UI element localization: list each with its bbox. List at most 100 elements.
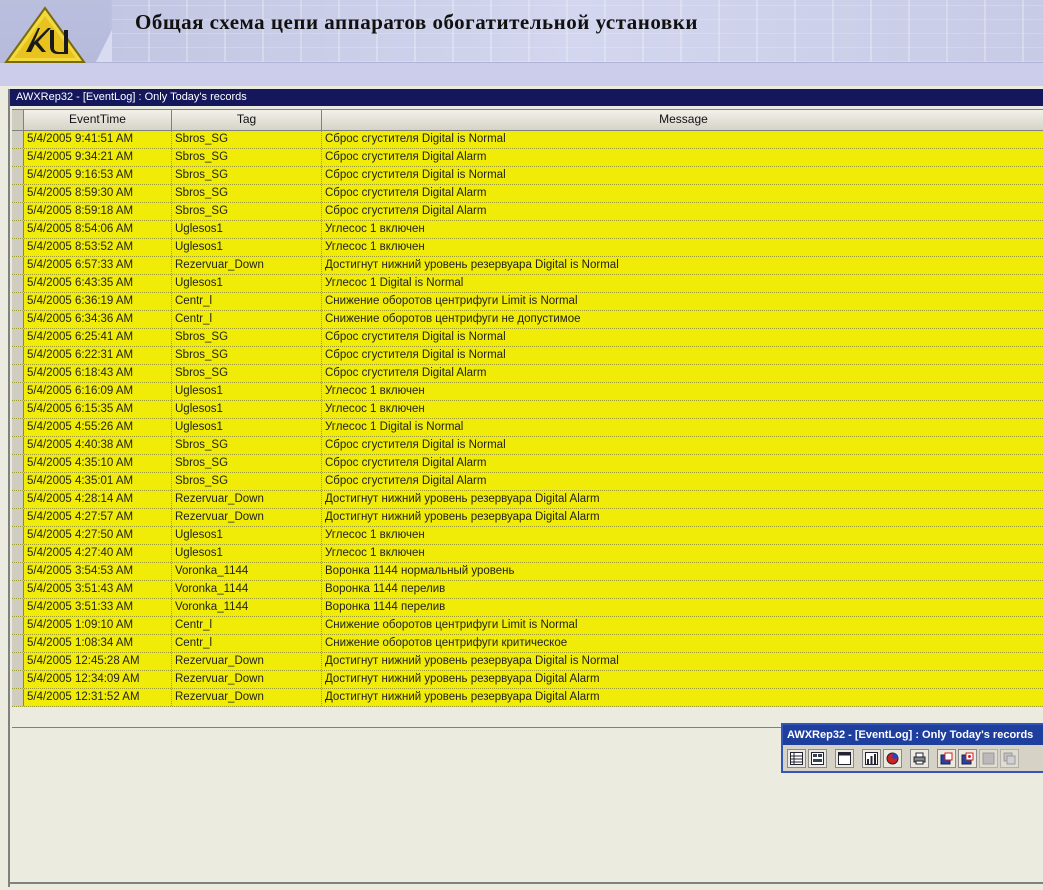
event-log-grid[interactable]: EventTime Tag Message 5/4/2005 9:41:51 A… — [12, 109, 1043, 728]
cell-message: Углесос 1 включен — [325, 547, 425, 559]
row-selector[interactable] — [12, 437, 24, 454]
cell-eventtime: 5/4/2005 9:16:53 AM — [24, 167, 172, 184]
row-selector[interactable] — [12, 239, 24, 256]
row-selector[interactable] — [12, 635, 24, 652]
row-selector[interactable] — [12, 473, 24, 490]
row-selector[interactable] — [12, 599, 24, 616]
row-selector[interactable] — [12, 527, 24, 544]
row-selector[interactable] — [12, 509, 24, 526]
table-row[interactable]: 5/4/2005 8:54:06 AM Uglesos1 Углесос 1 вкл… — [12, 221, 1043, 239]
table-row[interactable]: 5/4/2005 8:59:18 AM Sbros_SG Сброс сгустит… — [12, 203, 1043, 221]
row-selector[interactable] — [12, 257, 24, 274]
row-selector[interactable] — [12, 167, 24, 184]
cell-eventtime: 5/4/2005 4:35:01 AM — [24, 473, 172, 490]
row-selector[interactable] — [12, 311, 24, 328]
table-row[interactable]: 5/4/2005 3:51:33 AM Voronka_1144 Воронка 1… — [12, 599, 1043, 617]
table-row[interactable]: 5/4/2005 6:16:09 AM Uglesos1 Углесос 1 вкл… — [12, 383, 1043, 401]
row-selector[interactable] — [12, 545, 24, 562]
table-row[interactable]: 5/4/2005 12:45:28 AM Rezervuar_Down Достиг… — [12, 653, 1043, 671]
column-header-tag[interactable]: Tag — [172, 110, 322, 130]
table-row[interactable]: 5/4/2005 8:59:30 AM Sbros_SG Сброс сгустит… — [12, 185, 1043, 203]
refresh-button[interactable] — [979, 748, 998, 768]
row-selector[interactable] — [12, 329, 24, 346]
table-row[interactable]: 5/4/2005 4:55:26 AM Uglesos1 Углесос 1 Dig… — [12, 419, 1043, 437]
copy-button[interactable] — [1000, 748, 1019, 768]
row-selector[interactable] — [12, 455, 24, 472]
cell-tag: Sbros_SG — [172, 185, 322, 202]
table-row[interactable]: 5/4/2005 9:34:21 AM Sbros_SG Сброс сгустит… — [12, 149, 1043, 167]
row-selector[interactable] — [12, 581, 24, 598]
cell-message: Сброс сгустителя Digital is Normal — [325, 439, 506, 451]
print-button[interactable] — [910, 748, 929, 768]
table-row[interactable]: 5/4/2005 6:36:19 AM Centr_l Снижение оборо… — [12, 293, 1043, 311]
cell-eventtime: 5/4/2005 12:31:52 AM — [24, 689, 172, 706]
table-row[interactable]: 5/4/2005 6:43:35 AM Uglesos1 Углесос 1 Dig… — [12, 275, 1043, 293]
export-button[interactable] — [937, 748, 956, 768]
mini-report-toolbar-window[interactable]: AWXRep32 - [EventLog] : Only Today's rec… — [781, 723, 1043, 773]
header-selector-cell[interactable] — [12, 110, 24, 130]
row-selector[interactable] — [12, 491, 24, 508]
cell-message: Углесос 1 включен — [325, 403, 425, 415]
print-icon — [913, 752, 926, 764]
table-row[interactable]: 5/4/2005 3:54:53 AM Voronka_1144 Воронка 1… — [12, 563, 1043, 581]
table-row[interactable]: 5/4/2005 4:27:50 AM Uglesos1 Углесос 1 вкл… — [12, 527, 1043, 545]
mini-window-title[interactable]: AWXRep32 - [EventLog] : Only Today's rec… — [783, 725, 1043, 745]
column-header-eventtime[interactable]: EventTime — [24, 110, 172, 130]
row-selector[interactable] — [12, 689, 24, 706]
pie-chart-button[interactable] — [883, 748, 902, 768]
table-row[interactable]: 5/4/2005 12:34:09 AM Rezervuar_Down Достиг… — [12, 671, 1043, 689]
row-selector[interactable] — [12, 347, 24, 364]
table-row[interactable]: 5/4/2005 9:16:53 AM Sbros_SG Сброс сгустит… — [12, 167, 1043, 185]
table-row[interactable]: 5/4/2005 6:57:33 AM Rezervuar_Down Достигн… — [12, 257, 1043, 275]
row-selector[interactable] — [12, 383, 24, 400]
row-selector[interactable] — [12, 149, 24, 166]
table-row[interactable]: 5/4/2005 6:18:43 AM Sbros_SG Сброс сгустит… — [12, 365, 1043, 383]
table-row[interactable]: 5/4/2005 4:40:38 AM Sbros_SG Сброс сгустит… — [12, 437, 1043, 455]
table-row[interactable]: 5/4/2005 12:31:52 AM Rezervuar_Down Достиг… — [12, 689, 1043, 707]
table-row[interactable]: 5/4/2005 8:53:52 AM Uglesos1 Углесос 1 вкл… — [12, 239, 1043, 257]
table-row[interactable]: 5/4/2005 4:35:10 AM Sbros_SG Сброс сгустит… — [12, 455, 1043, 473]
table-row[interactable]: 5/4/2005 4:27:40 AM Uglesos1 Углесос 1 вкл… — [12, 545, 1043, 563]
row-selector[interactable] — [12, 221, 24, 238]
table-row[interactable]: 5/4/2005 4:35:01 AM Sbros_SG Сброс сгустит… — [12, 473, 1043, 491]
cell-tag: Voronka_1144 — [172, 581, 322, 598]
window-button[interactable] — [835, 748, 854, 768]
row-selector[interactable] — [12, 293, 24, 310]
cell-message: Сброс сгустителя Digital Alarm — [325, 187, 487, 199]
cell-message: Углесос 1 Digital is Normal — [325, 421, 464, 433]
row-selector[interactable] — [12, 275, 24, 292]
cell-eventtime: 5/4/2005 6:18:43 AM — [24, 365, 172, 382]
table-row[interactable]: 5/4/2005 6:34:36 AM Centr_l Снижение оборо… — [12, 311, 1043, 329]
row-selector[interactable] — [12, 401, 24, 418]
table-row[interactable]: 5/4/2005 3:51:43 AM Voronka_1144 Воронка 1… — [12, 581, 1043, 599]
cell-message: Снижение оборотов центрифуги не допустим… — [325, 313, 581, 325]
row-selector[interactable] — [12, 131, 24, 148]
import-button[interactable] — [958, 748, 977, 768]
column-header-message[interactable]: Message — [322, 110, 1043, 130]
row-selector[interactable] — [12, 671, 24, 688]
table-row[interactable]: 5/4/2005 9:41:51 AM Sbros_SG Сброс сгустит… — [12, 131, 1043, 149]
row-selector[interactable] — [12, 419, 24, 436]
cell-eventtime: 5/4/2005 6:34:36 AM — [24, 311, 172, 328]
cell-tag: Uglesos1 — [172, 545, 322, 562]
table-row[interactable]: 5/4/2005 6:22:31 AM Sbros_SG Сброс сгустит… — [12, 347, 1043, 365]
window-title-bar[interactable]: AWXRep32 - [EventLog] : Only Today's rec… — [10, 89, 1043, 106]
table-row[interactable]: 5/4/2005 6:15:35 AM Uglesos1 Углесос 1 вкл… — [12, 401, 1043, 419]
cell-tag: Sbros_SG — [172, 473, 322, 490]
row-selector[interactable] — [12, 365, 24, 382]
cell-eventtime: 5/4/2005 4:27:50 AM — [24, 527, 172, 544]
bar-chart-button[interactable] — [862, 748, 881, 768]
form-view-button[interactable] — [808, 748, 827, 768]
table-row[interactable]: 5/4/2005 4:27:57 AM Rezervuar_Down Достигн… — [12, 509, 1043, 527]
row-selector[interactable] — [12, 203, 24, 220]
table-row[interactable]: 5/4/2005 1:09:10 AM Centr_l Снижение оборо… — [12, 617, 1043, 635]
row-selector[interactable] — [12, 653, 24, 670]
table-view-button[interactable] — [787, 748, 806, 768]
cell-tag: Uglesos1 — [172, 419, 322, 436]
row-selector[interactable] — [12, 185, 24, 202]
table-row[interactable]: 5/4/2005 4:28:14 AM Rezervuar_Down Достигн… — [12, 491, 1043, 509]
row-selector[interactable] — [12, 563, 24, 580]
table-row[interactable]: 5/4/2005 1:08:34 AM Centr_l Снижение оборо… — [12, 635, 1043, 653]
row-selector[interactable] — [12, 617, 24, 634]
table-row[interactable]: 5/4/2005 6:25:41 AM Sbros_SG Сброс сгустит… — [12, 329, 1043, 347]
